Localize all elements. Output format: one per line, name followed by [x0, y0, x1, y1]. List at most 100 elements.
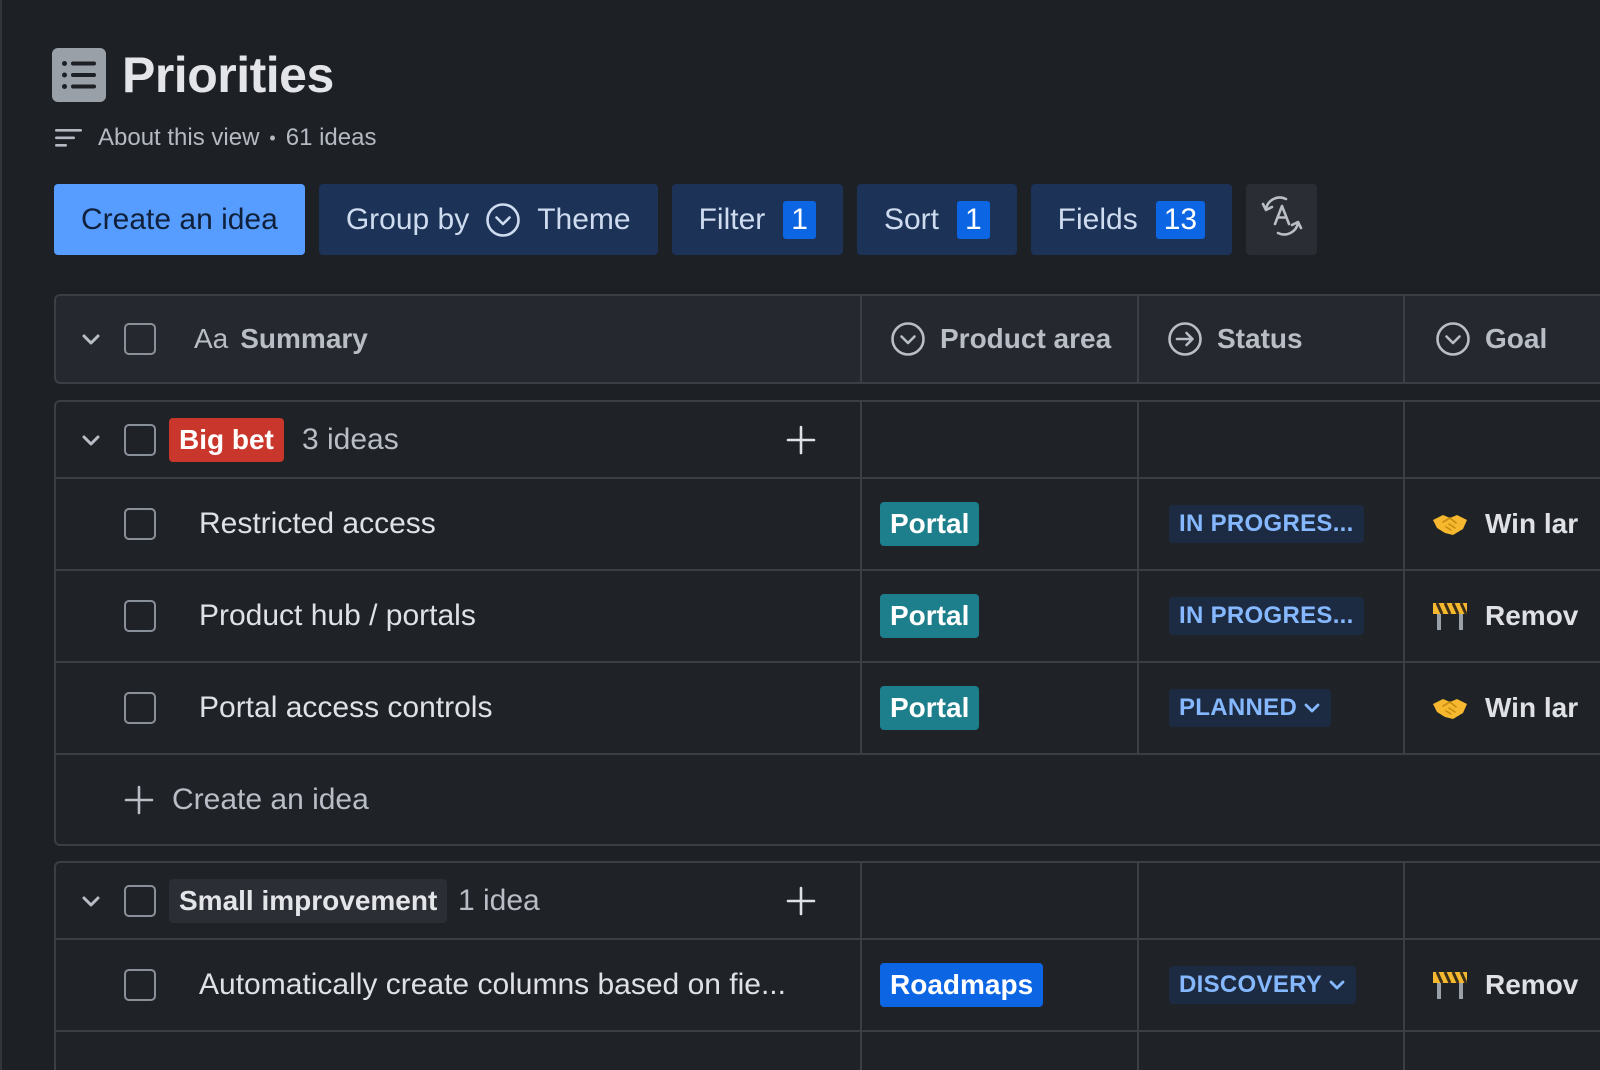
- status-dropdown[interactable]: PLANNED: [1169, 689, 1332, 727]
- plus-icon: [124, 785, 154, 815]
- row-checkbox[interactable]: [124, 969, 156, 1001]
- about-view-link[interactable]: About this view: [98, 124, 259, 152]
- add-idea-plus-icon[interactable]: [786, 425, 816, 455]
- group-empty-cell: [862, 402, 1139, 477]
- sort-count-badge: 1: [956, 200, 990, 239]
- collapse-all-chevron-icon[interactable]: [80, 328, 102, 350]
- goal-value: Remov: [1431, 969, 1578, 1001]
- goal-label: Win lar: [1485, 692, 1579, 723]
- goal-cell[interactable]: Remov: [1405, 940, 1600, 1030]
- ideas-count: 61 ideas: [285, 124, 377, 151]
- goal-label: Remov: [1485, 600, 1579, 631]
- filter-button[interactable]: Filter 1: [671, 184, 843, 255]
- status-label: PLANNED: [1179, 694, 1298, 721]
- add-idea-plus-icon[interactable]: [786, 886, 816, 916]
- group-small-improvement: Small improvement 1 idea Automatically c…: [54, 861, 1600, 1070]
- row-checkbox[interactable]: [124, 508, 156, 540]
- group-name-badge: Small improvement: [169, 878, 448, 923]
- goal-header-label: Goal: [1485, 323, 1548, 354]
- group-by-label: Group by: [345, 202, 470, 236]
- group-by-value: Theme: [537, 202, 631, 236]
- fields-label: Fields: [1057, 202, 1138, 236]
- summary-cell[interactable]: Automatically create columns based on fi…: [56, 940, 862, 1030]
- app-page: Priorities About this view • 61 ideas Cr…: [0, 0, 1600, 1070]
- construction-barrier-icon: [1431, 600, 1469, 632]
- chevron-down-icon: [1303, 701, 1321, 715]
- summary-cell[interactable]: Restricted access: [56, 479, 862, 569]
- product-area-tag: Roadmaps: [880, 963, 1044, 1007]
- row-checkbox[interactable]: [124, 692, 156, 724]
- goal-column-header[interactable]: Goal: [1405, 296, 1600, 382]
- group-empty-cell: [862, 863, 1139, 938]
- select-all-checkbox[interactable]: [124, 323, 156, 355]
- group-by-button[interactable]: Group by Theme: [318, 184, 658, 255]
- collapse-group-chevron-icon[interactable]: [80, 429, 102, 451]
- table-row[interactable]: Automatically create columns based on fi…: [56, 940, 1600, 1032]
- sort-button[interactable]: Sort 1: [856, 184, 1017, 255]
- view-info: About this view • 61 ideas: [54, 124, 376, 152]
- status-cell[interactable]: IN PROGRES...: [1139, 571, 1405, 661]
- summary-cell[interactable]: Portal access controls: [56, 663, 862, 753]
- status-label: IN PROGRES...: [1179, 510, 1354, 537]
- status-lozenge[interactable]: IN PROGRES...: [1169, 597, 1364, 635]
- collapse-group-chevron-icon[interactable]: [80, 890, 102, 912]
- page-title: Priorities: [122, 47, 334, 103]
- product-area-cell: [862, 1032, 1139, 1070]
- chevron-down-icon: [1328, 978, 1346, 992]
- status-column-header[interactable]: Status: [1139, 296, 1405, 382]
- handshake-icon: [1431, 695, 1469, 721]
- status-header-label: Status: [1217, 323, 1303, 354]
- group-checkbox[interactable]: [124, 423, 156, 456]
- summary-cell: [56, 1032, 862, 1070]
- status-cell[interactable]: DISCOVERY: [1139, 940, 1405, 1030]
- fields-button[interactable]: Fields 13: [1030, 184, 1233, 255]
- description-lines-icon: [54, 127, 84, 149]
- create-idea-row[interactable]: Create an idea: [56, 755, 1600, 844]
- summary-cell[interactable]: Product hub / portals: [56, 571, 862, 661]
- product-area-cell[interactable]: Portal: [862, 479, 1139, 569]
- create-idea-cell[interactable]: Create an idea: [56, 755, 1600, 844]
- product-area-tag: Portal: [880, 502, 980, 546]
- status-cell[interactable]: PLANNED: [1139, 663, 1405, 753]
- row-checkbox[interactable]: [124, 600, 156, 632]
- idea-summary: Portal access controls: [199, 691, 493, 724]
- create-idea-button[interactable]: Create an idea: [54, 184, 305, 255]
- group-checkbox[interactable]: [124, 884, 156, 917]
- status-label: DISCOVERY: [1179, 971, 1323, 998]
- product-area-column-header[interactable]: Product area: [862, 296, 1139, 382]
- separator-dot: •: [269, 127, 276, 148]
- group-empty-cell: [1139, 402, 1405, 477]
- sort-label: Sort: [883, 202, 939, 236]
- group-empty-cell: [1139, 863, 1405, 938]
- chevron-circle-icon: [485, 202, 521, 238]
- status-lozenge[interactable]: IN PROGRES...: [1169, 505, 1364, 543]
- goal-cell: [1405, 1032, 1600, 1070]
- goal-value: Win lar: [1431, 508, 1578, 540]
- goal-cell[interactable]: Win lar: [1405, 663, 1600, 753]
- status-cell[interactable]: IN PROGRES...: [1139, 479, 1405, 569]
- goal-value: Win lar: [1431, 692, 1578, 724]
- goal-cell[interactable]: Win lar: [1405, 479, 1600, 569]
- summary-column-header[interactable]: Aa Summary: [56, 296, 862, 382]
- page-header: Priorities: [52, 46, 334, 104]
- product-area-cell[interactable]: Portal: [862, 571, 1139, 661]
- handshake-icon: [1431, 511, 1469, 537]
- table-row[interactable]: Product hub / portals Portal IN PROGRES.…: [56, 571, 1600, 663]
- product-area-tag: Portal: [880, 686, 980, 730]
- table-row[interactable]: Portal access controls Portal PLANNED Wi…: [56, 663, 1600, 755]
- product-area-cell[interactable]: Portal: [862, 663, 1139, 753]
- table-row-partial: [56, 1032, 1600, 1070]
- status-label: IN PROGRES...: [1179, 602, 1354, 629]
- goal-cell[interactable]: Remov: [1405, 571, 1600, 661]
- product-area-cell[interactable]: Roadmaps: [862, 940, 1139, 1030]
- status-dropdown[interactable]: DISCOVERY: [1169, 966, 1357, 1004]
- table-row[interactable]: Restricted access Portal IN PROGRES... W…: [56, 479, 1600, 571]
- idea-summary: Product hub / portals: [199, 599, 476, 632]
- auto-format-button[interactable]: [1246, 184, 1318, 255]
- group-header-row: Big bet 3 ideas: [56, 402, 1600, 479]
- group-big-bet: Big bet 3 ideas Restricted access Portal: [54, 400, 1600, 846]
- group-header-row: Small improvement 1 idea: [56, 863, 1600, 940]
- list-view-icon: [52, 48, 106, 102]
- summary-header-content: Aa Summary: [194, 323, 368, 355]
- status-arrow-icon: [1167, 321, 1203, 357]
